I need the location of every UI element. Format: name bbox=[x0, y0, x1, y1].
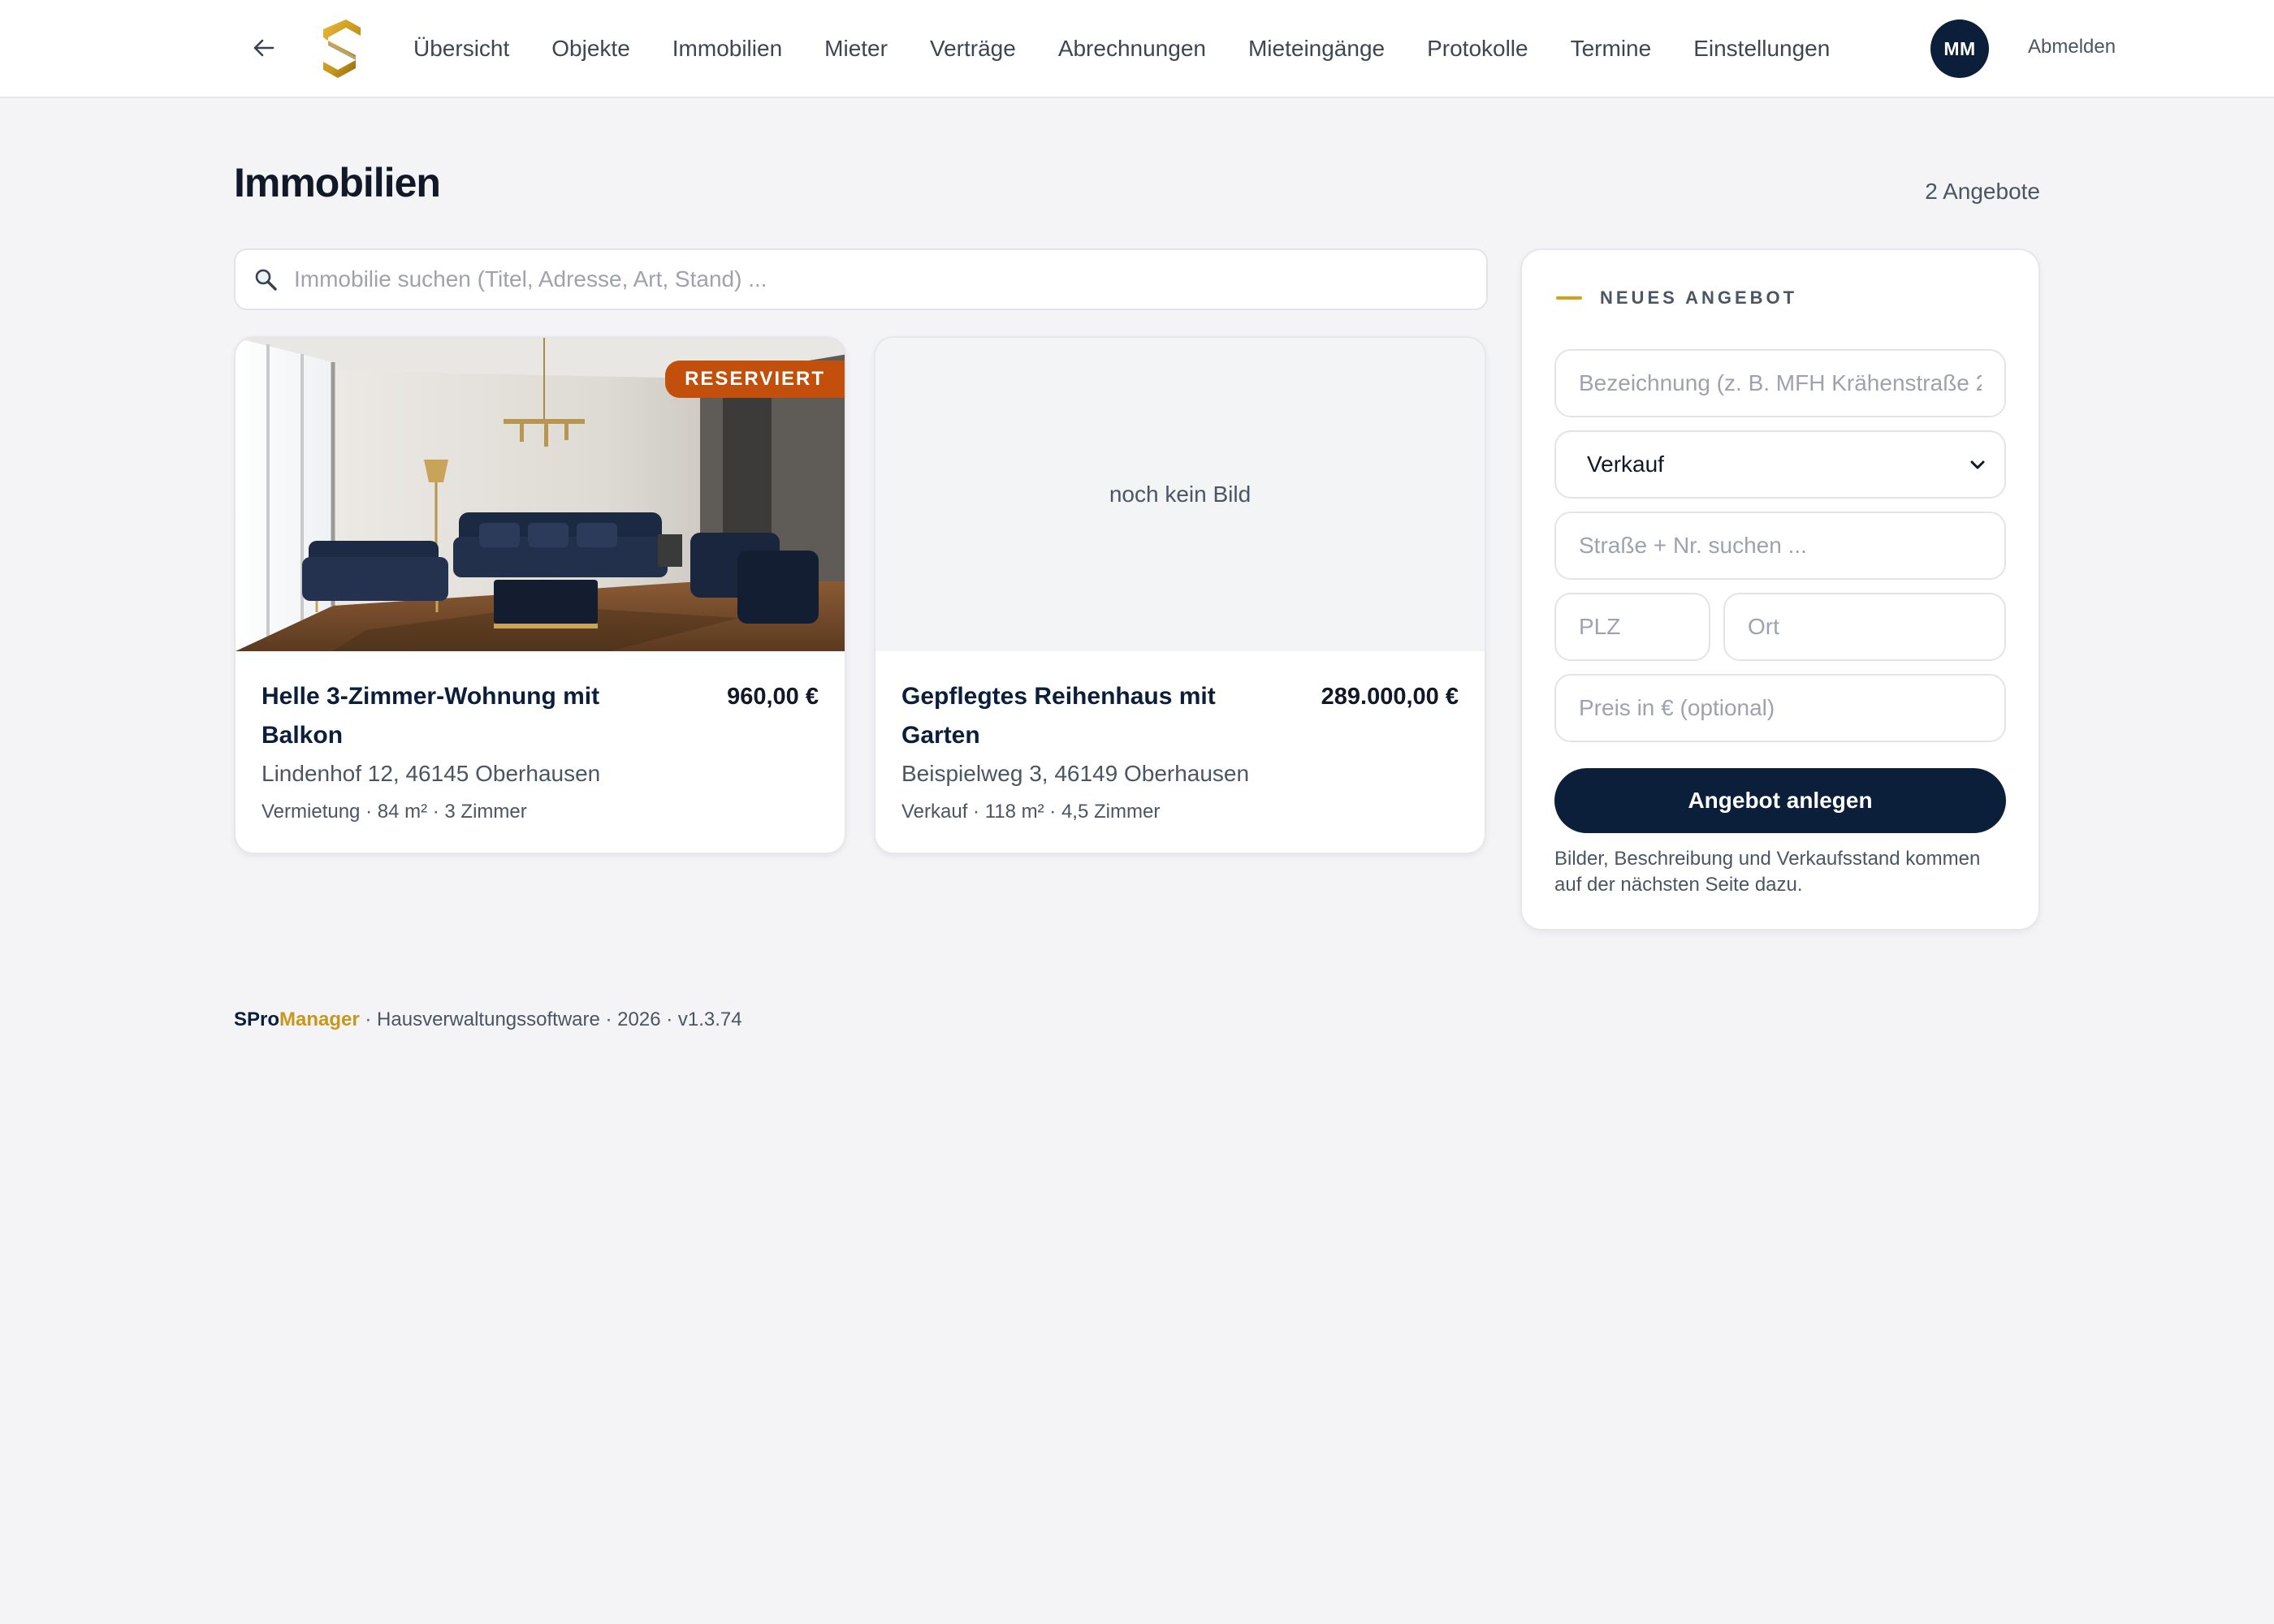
footer-brand-part1: SPro bbox=[234, 1009, 280, 1030]
footer-brand-part2: Manager bbox=[279, 1009, 360, 1030]
nav-item-uebersicht[interactable]: Übersicht bbox=[393, 36, 530, 62]
status-badge: RESERVIERT bbox=[665, 361, 845, 398]
image-placeholder: noch kein Bild bbox=[875, 338, 1485, 651]
nav-item-mieteingaenge[interactable]: Mieteingänge bbox=[1227, 36, 1406, 62]
page-title: Immobilien bbox=[234, 160, 441, 205]
new-offer-panel: NEUES ANGEBOT Verkauf Angebot anlegen Bi… bbox=[1520, 248, 2040, 931]
search-input[interactable] bbox=[294, 266, 1486, 292]
price-input[interactable] bbox=[1554, 674, 2006, 742]
panel-heading: NEUES ANGEBOT bbox=[1556, 287, 1797, 309]
footer-text: · Hausverwaltungssoftware · 2026 · v1.3.… bbox=[359, 1009, 742, 1030]
listing-card[interactable]: noch kein Bild Gepflegtes Reihenhaus mit… bbox=[874, 336, 1486, 854]
type-select-value: Verkauf bbox=[1587, 451, 1664, 477]
panel-heading-label: NEUES ANGEBOT bbox=[1600, 287, 1798, 308]
nav-item-immobilien[interactable]: Immobilien bbox=[651, 36, 803, 62]
back-button[interactable] bbox=[245, 29, 283, 67]
arrow-left-icon bbox=[253, 39, 275, 57]
ort-input[interactable] bbox=[1723, 593, 2006, 661]
listing-details: Gepflegtes Reihenhaus mit Garten 289.000… bbox=[901, 677, 1459, 823]
nav-item-termine[interactable]: Termine bbox=[1550, 36, 1673, 62]
panel-note: Bilder, Beschreibung und Verkaufsstand k… bbox=[1554, 848, 1981, 896]
s-logo-icon[interactable] bbox=[318, 18, 365, 80]
nav-item-abrechnungen[interactable]: Abrechnungen bbox=[1037, 36, 1227, 62]
main-menu: Übersicht Objekte Immobilien Mieter Vert… bbox=[393, 0, 1851, 97]
nav-item-mieter[interactable]: Mieter bbox=[803, 36, 909, 62]
search-bar bbox=[234, 248, 1488, 310]
create-offer-button[interactable]: Angebot anlegen bbox=[1554, 768, 2006, 833]
listing-title: Helle 3-Zimmer-Wohnung mit Balkon bbox=[262, 683, 600, 749]
listing-price: 960,00 € bbox=[727, 684, 819, 710]
listing-meta: Vermietung · 84 m² · 3 Zimmer bbox=[262, 801, 527, 823]
accent-bar bbox=[1556, 296, 1582, 300]
listing-title: Gepflegtes Reihenhaus mit Garten bbox=[901, 683, 1216, 749]
nav-item-protokolle[interactable]: Protokolle bbox=[1406, 36, 1550, 62]
listing-details: Helle 3-Zimmer-Wohnung mit Balkon 960,00… bbox=[262, 677, 819, 823]
nav-item-einstellungen[interactable]: Einstellungen bbox=[1672, 36, 1851, 62]
chevron-down-icon bbox=[1970, 460, 1985, 469]
name-input[interactable] bbox=[1554, 349, 2006, 417]
offer-count: 2 Angebote bbox=[1925, 179, 2040, 204]
top-navigation: Übersicht Objekte Immobilien Mieter Vert… bbox=[0, 0, 2274, 98]
nav-item-objekte[interactable]: Objekte bbox=[530, 36, 651, 62]
footer: SProManager · Hausverwaltungssoftware · … bbox=[234, 1009, 742, 1031]
user-avatar[interactable]: MM bbox=[1930, 19, 1989, 78]
listing-address: Beispielweg 3, 46149 Oberhausen bbox=[901, 761, 1250, 786]
listing-card[interactable]: RESERVIERT Helle 3-Zimmer-Wohnung mit Ba… bbox=[234, 336, 846, 854]
logout-link[interactable]: Abmelden bbox=[2028, 36, 2116, 58]
listing-address: Lindenhof 12, 46145 Oberhausen bbox=[262, 761, 601, 786]
listing-price: 289.000,00 € bbox=[1321, 684, 1459, 710]
listing-meta: Verkauf · 118 m² · 4,5 Zimmer bbox=[901, 801, 1161, 823]
type-select[interactable]: Verkauf bbox=[1554, 430, 2006, 499]
plz-input[interactable] bbox=[1554, 593, 1710, 661]
nav-item-vertraege[interactable]: Verträge bbox=[909, 36, 1037, 62]
search-icon bbox=[255, 269, 277, 291]
street-input[interactable] bbox=[1554, 512, 2006, 580]
